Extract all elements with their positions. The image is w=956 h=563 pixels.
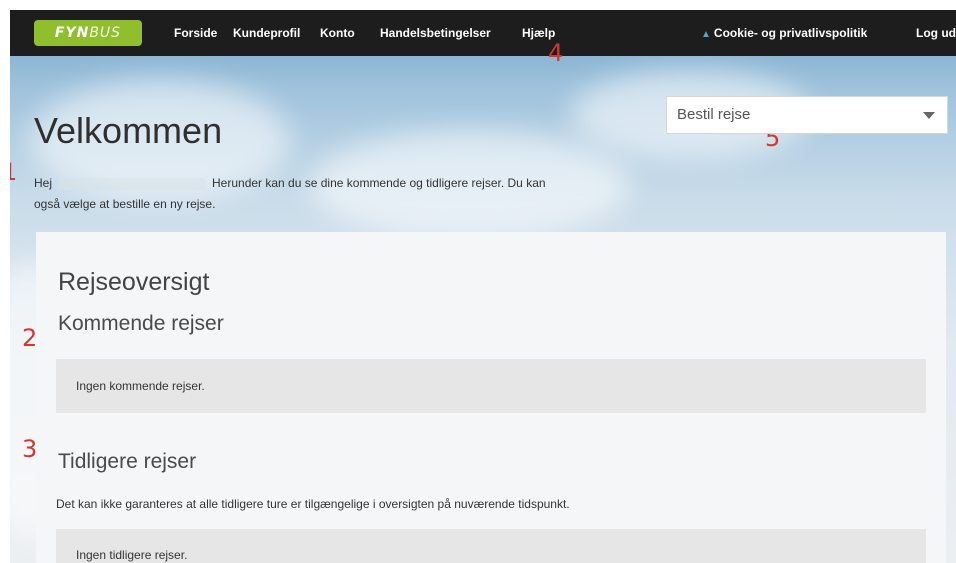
intro-line-2: også vælge at bestille en ny rejse. — [34, 197, 216, 211]
nav-link-handelsbetingelser[interactable]: Handelsbetingelser — [380, 10, 491, 56]
trip-overview-title: Rejseoversigt — [58, 268, 210, 296]
cookie-policy-icon: ▲ — [701, 29, 711, 40]
app-frame: FYN BUS Forside Kundeprofil Konto Handels… — [10, 10, 956, 563]
logo-text-thin: BUS — [89, 25, 122, 41]
nav-link-forside[interactable]: Forside — [174, 10, 217, 56]
past-trips-empty-text: Ingen tidligere rejser. — [76, 548, 188, 562]
annotation-marker-3: 3 — [22, 435, 38, 463]
order-trip-select[interactable]: Bestil rejse — [666, 96, 948, 134]
past-trips-note: Det kan ikke garanteres at alle tidliger… — [56, 497, 570, 511]
page-title: Velkommen — [34, 110, 223, 151]
annotation-marker-1: 1 — [10, 160, 17, 184]
fynbus-logo[interactable]: FYN BUS — [34, 20, 142, 46]
annotation-marker-2: 2 — [22, 324, 38, 352]
trip-overview-card: Rejseoversigt Kommende rejser Ingen komm… — [36, 232, 946, 563]
intro-text: Hej Herunder kan du se dine kommende og t… — [34, 173, 634, 215]
upcoming-trips-empty-text: Ingen kommende rejser. — [76, 379, 205, 393]
past-trips-title: Tidligere rejser — [58, 450, 197, 473]
intro-line-1: Herunder kan du se dine kommende og tidl… — [212, 176, 546, 190]
caret-down-icon — [923, 112, 935, 119]
nav-link-kundeprofil[interactable]: Kundeprofil — [233, 10, 300, 56]
nav-link-konto[interactable]: Konto — [320, 10, 355, 56]
nav-link-cookie-policy[interactable]: ▲ Cookie- og privatlivspolitik — [701, 10, 867, 56]
top-navbar: FYN BUS Forside Kundeprofil Konto Handels… — [10, 10, 956, 56]
customer-name-redacted — [58, 177, 207, 190]
order-trip-select-value: Bestil rejse — [677, 106, 751, 123]
annotation-marker-4: 4 — [548, 39, 564, 67]
cookie-policy-label: Cookie- og privatlivspolitik — [713, 26, 868, 40]
past-trips-empty-state: Ingen tidligere rejser. — [56, 529, 926, 563]
upcoming-trips-empty-state: Ingen kommende rejser. — [56, 359, 926, 413]
upcoming-trips-title: Kommende rejser — [58, 312, 224, 335]
logout-link[interactable]: Log ud — [916, 10, 956, 56]
greeting: Hej — [34, 176, 53, 190]
logo-text-bold: FYN — [54, 25, 90, 41]
